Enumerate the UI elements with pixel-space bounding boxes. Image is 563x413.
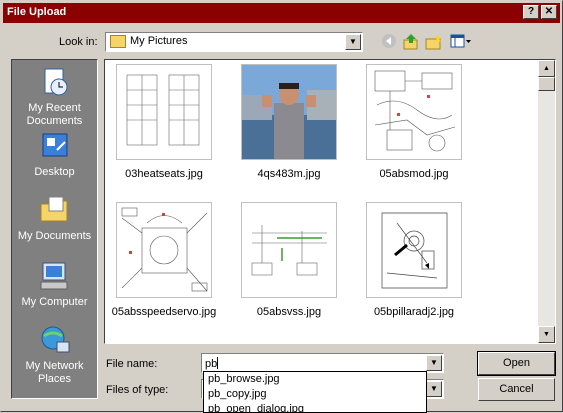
my-documents-icon — [39, 194, 71, 226]
place-my-documents[interactable]: My Documents — [12, 194, 97, 243]
place-desktop[interactable]: Desktop — [12, 130, 97, 179]
views-menu-icon[interactable] — [449, 33, 473, 51]
file-name-input[interactable]: pb ▼ — [201, 353, 444, 373]
file-name: 4qs483m.jpg — [257, 168, 321, 180]
cancel-button[interactable]: Cancel — [478, 378, 555, 401]
look-in-label: Look in: — [59, 36, 98, 48]
file-name-value: pb — [205, 358, 218, 370]
file-item[interactable]: 05absvss.jpg — [234, 202, 344, 318]
file-thumbnail — [116, 64, 212, 160]
place-label: Desktop — [34, 166, 75, 178]
desktop-icon — [39, 130, 71, 162]
file-thumbnail — [241, 64, 337, 160]
place-label: My Recent Documents — [26, 102, 83, 127]
file-item[interactable]: 05absspeedservo.jpg — [109, 202, 219, 318]
open-button[interactable]: Open — [477, 351, 556, 376]
autocomplete-item[interactable]: pb_copy.jpg — [204, 387, 426, 402]
look-in-combo[interactable]: My Pictures ▼ — [105, 32, 363, 52]
chevron-down-icon[interactable]: ▼ — [426, 355, 442, 371]
text-cursor — [217, 357, 219, 369]
place-label: My Network Places — [25, 360, 84, 385]
file-list-pane[interactable]: 03heatseats.jpg 4qs483m.jpg 05absmod.jpg… — [104, 59, 556, 344]
file-name-label: File name: — [106, 358, 158, 370]
file-name: 05bpillaradj2.jpg — [373, 306, 455, 318]
autocomplete-item[interactable]: pb_open_dialog.jpg — [204, 402, 426, 412]
file-thumbnail — [241, 202, 337, 298]
file-thumbnail — [366, 64, 462, 160]
places-bar: My Recent Documents Desktop My Documents… — [11, 59, 98, 399]
network-places-icon — [39, 324, 71, 356]
file-item[interactable]: 05absmod.jpg — [359, 64, 469, 180]
file-thumbnail — [116, 202, 212, 298]
scroll-down-button[interactable]: ▼ — [538, 326, 555, 343]
place-network-places[interactable]: My Network Places — [12, 324, 97, 386]
vertical-scrollbar[interactable]: ▲ ▼ — [538, 60, 555, 343]
new-folder-icon[interactable] — [424, 33, 444, 51]
files-of-type-label: Files of type: — [106, 384, 169, 396]
place-recent-documents[interactable]: My Recent Documents — [12, 66, 97, 128]
place-label: My Documents — [17, 230, 92, 242]
chevron-down-icon[interactable]: ▼ — [426, 381, 442, 397]
my-computer-icon — [39, 260, 71, 292]
title-bar: File Upload ? ✕ — [3, 3, 560, 23]
chevron-down-icon[interactable]: ▼ — [345, 34, 361, 50]
folder-icon — [110, 35, 126, 48]
file-name: 05absspeedservo.jpg — [111, 306, 217, 318]
autocomplete-list[interactable]: pb_browse.jpg pb_copy.jpg pb_open_dialog… — [203, 371, 427, 413]
scroll-thumb[interactable] — [538, 77, 555, 91]
back-arrow-icon[interactable] — [379, 33, 399, 51]
file-name: 05absvss.jpg — [256, 306, 322, 318]
file-name: 05absmod.jpg — [379, 168, 449, 180]
place-my-computer[interactable]: My Computer — [12, 260, 97, 309]
file-item[interactable]: 03heatseats.jpg — [109, 64, 219, 180]
autocomplete-item[interactable]: pb_browse.jpg — [204, 372, 426, 387]
window-title: File Upload — [7, 6, 67, 18]
file-thumbnail — [366, 202, 462, 298]
scroll-up-button[interactable]: ▲ — [538, 60, 555, 77]
look-in-value: My Pictures — [130, 35, 188, 47]
file-name: 03heatseats.jpg — [125, 168, 203, 180]
file-upload-dialog: File Upload ? ✕ Look in: My Pictures ▼ M… — [0, 0, 563, 413]
up-folder-icon[interactable] — [401, 33, 421, 51]
help-button[interactable]: ? — [523, 5, 539, 19]
file-item[interactable]: 4qs483m.jpg — [234, 64, 344, 180]
recent-documents-icon — [39, 66, 71, 98]
place-label: My Computer — [21, 296, 88, 308]
close-button[interactable]: ✕ — [541, 5, 557, 19]
file-item[interactable]: 05bpillaradj2.jpg — [359, 202, 469, 318]
